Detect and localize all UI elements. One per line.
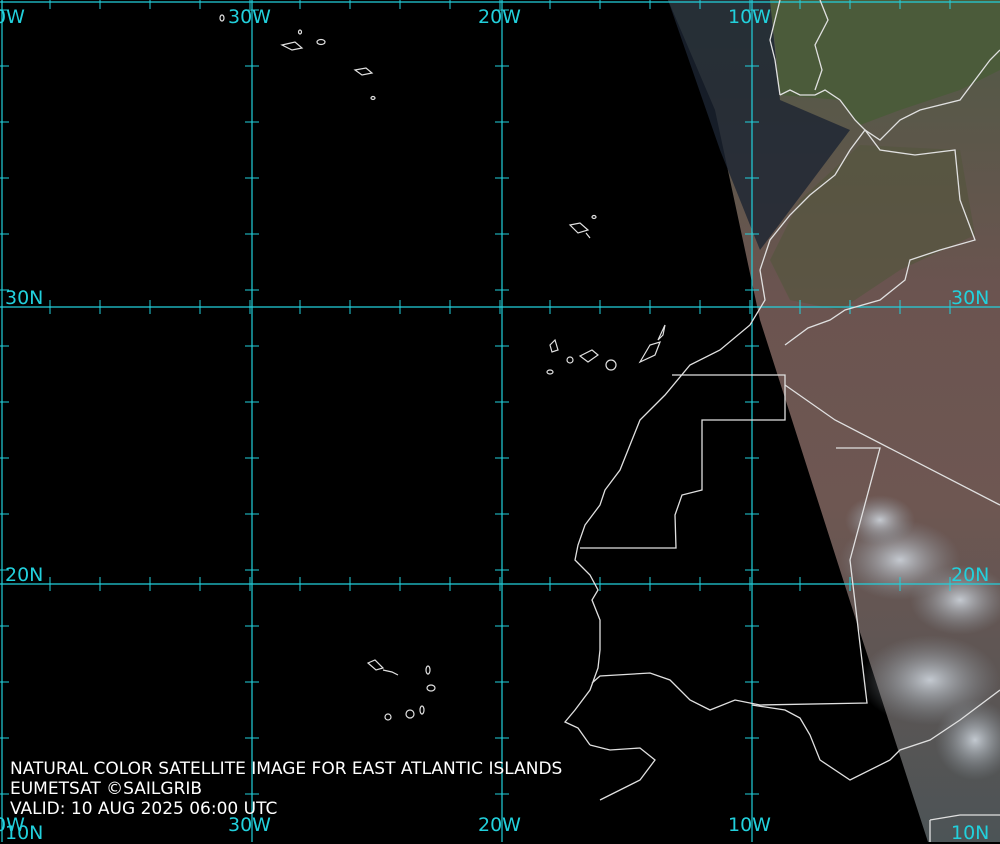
lon-label-top-2: 20W xyxy=(478,6,521,28)
lat-label-left-20n: 20N xyxy=(5,564,44,586)
lat-label-right-20n: 20N xyxy=(951,564,990,586)
lat-label-left-30n: 30N xyxy=(5,287,44,309)
satellite-map xyxy=(0,0,1000,842)
map-source: EUMETSAT ©SAILGRIB xyxy=(10,779,203,799)
lat-label-left-10n: 10N xyxy=(5,822,44,844)
map-title: NATURAL COLOR SATELLITE IMAGE FOR EAST A… xyxy=(10,759,563,779)
lon-label-top-1: 30W xyxy=(228,6,271,28)
lon-label-bottom-2: 20W xyxy=(478,814,521,836)
lat-label-right-30n: 30N xyxy=(951,287,990,309)
lon-label-top-0: 0W xyxy=(0,6,25,28)
lon-label-top-3: 10W xyxy=(728,6,771,28)
lon-label-bottom-3: 10W xyxy=(728,814,771,836)
map-valid-time: VALID: 10 AUG 2025 06:00 UTC xyxy=(10,799,278,819)
lat-label-right-10n: 10N xyxy=(951,822,990,844)
